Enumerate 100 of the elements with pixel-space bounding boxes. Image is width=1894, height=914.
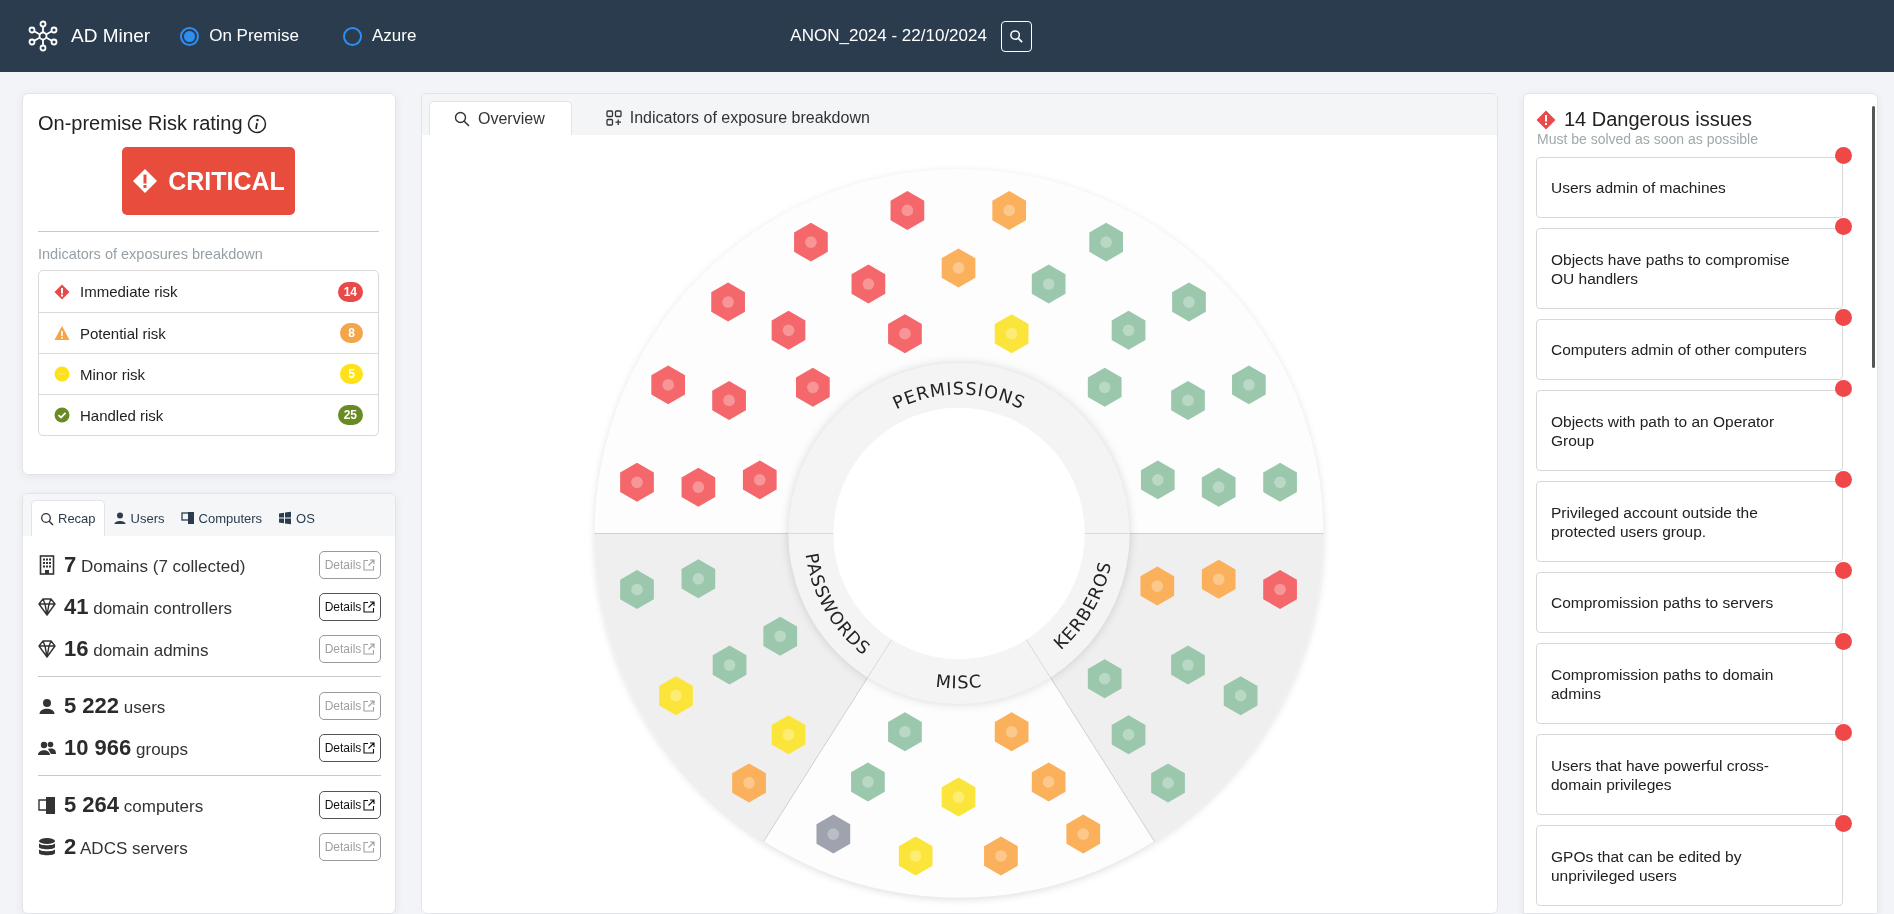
hexagon-indicator[interactable]	[1231, 365, 1266, 405]
risk-rating-button[interactable]: CRITICAL	[122, 147, 295, 215]
hexagon-indicator[interactable]	[1150, 763, 1185, 803]
issue-card[interactable]: GPOs that can be edited by unprivileged users	[1536, 825, 1843, 906]
recap-tab[interactable]: Recap	[31, 500, 105, 536]
hexagon-indicator[interactable]	[887, 314, 922, 354]
hexagon-indicator[interactable]	[1170, 645, 1205, 685]
card-title: On-premise Risk rating	[38, 112, 243, 135]
hexagon-indicator[interactable]	[731, 763, 766, 803]
external-link-icon	[363, 559, 376, 571]
hexagon-indicator[interactable]	[1111, 715, 1145, 755]
hexagon-indicator[interactable]	[681, 559, 715, 599]
hexagon-indicator[interactable]	[991, 190, 1026, 230]
issue-card[interactable]: Compromission paths to domain admins	[1536, 643, 1843, 724]
person-icon	[38, 696, 56, 716]
hexagon-indicator[interactable]	[795, 367, 830, 407]
hexagon-indicator[interactable]	[1140, 460, 1175, 500]
search-icon	[454, 110, 470, 127]
issue-card[interactable]: Objects have paths to compromise OU handlers	[1536, 228, 1843, 309]
hexagon-indicator[interactable]	[1031, 762, 1065, 802]
mode-radio[interactable]: Azure	[342, 26, 417, 46]
risk-label: Immediate risk	[80, 283, 179, 300]
hexagon-indicator[interactable]	[1065, 814, 1100, 854]
hexagon-indicator[interactable]	[711, 380, 746, 420]
hexagon-indicator[interactable]	[619, 462, 654, 502]
alert-dot	[1835, 147, 1852, 164]
issue-card[interactable]: Users admin of machines	[1536, 157, 1843, 218]
external-link-icon	[363, 643, 376, 655]
hexagon-indicator[interactable]	[762, 616, 797, 656]
issue-card[interactable]: Compromission paths to servers	[1536, 572, 1843, 633]
hexagon-indicator[interactable]	[1170, 380, 1205, 420]
external-link-icon	[363, 742, 376, 754]
search-button[interactable]	[1000, 20, 1032, 52]
hexagon-indicator[interactable]	[1262, 570, 1297, 609]
issue-card[interactable]: Users that have powerful cross-domain privileges	[1536, 734, 1843, 815]
issue-card[interactable]: Objects with path to an Operator Group	[1536, 390, 1843, 471]
hexagon-indicator[interactable]	[793, 222, 828, 262]
hexagon-indicator[interactable]	[983, 836, 1018, 876]
hexagon-indicator[interactable]	[1087, 367, 1122, 407]
hexagon-indicator[interactable]	[1201, 559, 1236, 599]
app-name: AD Miner	[71, 25, 151, 47]
panel-subtitle: Must be solved as soon as possible	[1537, 131, 1759, 147]
recap-tab[interactable]: OS	[270, 500, 323, 536]
section-label: PERMISSIONS	[889, 378, 1028, 414]
hexagon-indicator[interactable]	[1111, 310, 1145, 350]
section-heading: Indicators of exposures breakdown	[38, 246, 264, 262]
issue-card[interactable]: Privileged account outside the protected users group.	[1536, 481, 1843, 562]
report-title: ANON_2024 - 22/10/2024	[790, 26, 987, 46]
hexagon-indicator[interactable]	[650, 365, 685, 405]
external-link-icon	[363, 700, 376, 712]
alert-dot	[1835, 562, 1852, 579]
details-button[interactable]: Details	[319, 734, 381, 762]
external-link-icon	[363, 799, 376, 811]
stat-text: 7 Domains (7 collected)	[64, 552, 247, 578]
hexagon-indicator[interactable]	[1201, 467, 1236, 507]
hexagon-indicator[interactable]	[898, 836, 932, 876]
hexagon-indicator[interactable]	[941, 777, 975, 817]
issue-card[interactable]: Computers admin of other computers	[1536, 319, 1843, 380]
panel-title: 14 Dangerous issues	[1564, 108, 1752, 131]
mode-radio[interactable]: On Premise	[180, 26, 299, 46]
overview-tab[interactable]: Indicators of exposure breakdown	[581, 101, 896, 135]
warning-triangle-icon	[54, 325, 70, 341]
hexagon-indicator[interactable]	[1031, 264, 1065, 304]
hexagon-indicator[interactable]	[712, 645, 746, 685]
hexagon-indicator[interactable]	[887, 712, 922, 752]
hexagon-indicator[interactable]	[1171, 282, 1206, 322]
scrollbar-thumb[interactable]	[1872, 106, 1875, 368]
hexagon-indicator[interactable]	[816, 814, 850, 854]
hexagon-indicator[interactable]	[710, 282, 745, 322]
hexagon-indicator[interactable]	[890, 190, 924, 230]
diamond-warning-icon	[132, 168, 159, 194]
hexagon-indicator[interactable]	[771, 310, 805, 350]
hexagon-indicator[interactable]	[994, 712, 1028, 752]
hexagon-indicator[interactable]	[994, 314, 1028, 354]
building-icon	[38, 555, 56, 575]
hexagon-indicator[interactable]	[1223, 676, 1257, 716]
hexagon-indicator[interactable]	[742, 460, 777, 500]
details-button[interactable]: Details	[319, 593, 381, 621]
hexagon-indicator[interactable]	[619, 570, 654, 609]
hexagon-indicator[interactable]	[1088, 222, 1123, 262]
info-icon[interactable]	[246, 113, 267, 134]
stat-text: 10 966 groups	[64, 735, 189, 761]
risk-label: Minor risk	[80, 365, 146, 383]
hexagon-indicator[interactable]	[851, 264, 885, 304]
overview-tab[interactable]: Overview	[429, 101, 572, 135]
stat-text: 5 222 users	[64, 693, 167, 719]
details-button[interactable]: Details	[319, 791, 381, 819]
hexagon-indicator[interactable]	[850, 762, 885, 802]
recap-tab[interactable]: Users	[104, 500, 173, 536]
database-icon	[38, 837, 56, 857]
recap-tab[interactable]: Computers	[172, 500, 271, 536]
hexagon-indicator[interactable]	[1087, 659, 1122, 699]
hexagon-indicator[interactable]	[681, 467, 715, 507]
hexagon-indicator[interactable]	[941, 248, 975, 288]
hexagon-indicator[interactable]	[1139, 566, 1174, 606]
alert-dot	[1835, 815, 1852, 832]
alert-dot	[1835, 380, 1852, 397]
computer-icon	[38, 795, 56, 815]
hexagon-indicator[interactable]	[1262, 462, 1297, 502]
diamond-icon	[38, 639, 56, 659]
